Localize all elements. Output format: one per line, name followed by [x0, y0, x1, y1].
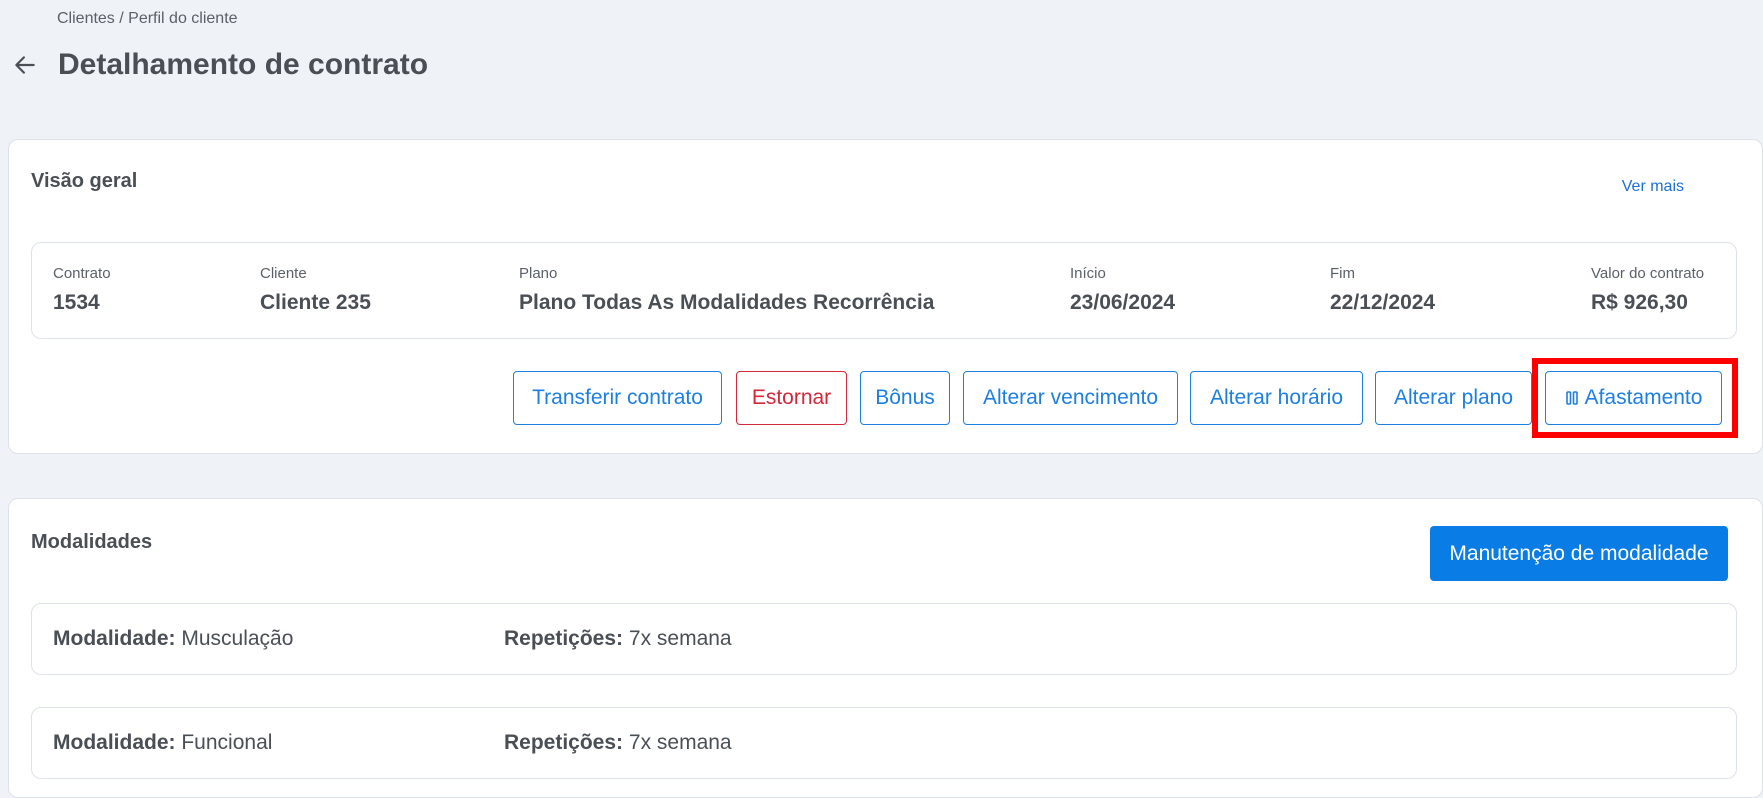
- field-plano: Plano Plano Todas As Modalidades Recorrê…: [519, 265, 934, 315]
- repeticoes-value: 7x semana: [628, 731, 732, 754]
- modalidade-label: Modalidade:: [53, 731, 176, 754]
- page-title: Detalhamento de contrato: [58, 48, 429, 81]
- field-contrato: Contrato 1534: [53, 265, 111, 315]
- field-fim: Fim 22/12/2024: [1330, 265, 1435, 315]
- repeticoes-label: Repetições:: [504, 627, 624, 650]
- field-inicio: Início 23/06/2024: [1070, 265, 1175, 315]
- field-label: Plano: [519, 265, 558, 282]
- modalidade-field: Modalidade: Funcional: [53, 731, 272, 755]
- field-value: 22/12/2024: [1330, 291, 1436, 314]
- breadcrumb: Clientes / Perfil do cliente: [57, 10, 238, 27]
- transferir-contrato-button[interactable]: Transferir contrato: [513, 371, 722, 425]
- pause-icon: [1565, 391, 1578, 405]
- repeticoes-label: Repetições:: [504, 731, 624, 754]
- modalities-title: Modalidades: [31, 531, 153, 553]
- modalidade-field: Modalidade: Musculação: [53, 627, 293, 651]
- field-value: 23/06/2024: [1070, 291, 1176, 314]
- field-valor: Valor do contrato R$ 926,30: [1591, 265, 1704, 315]
- field-value: R$ 926,30: [1591, 291, 1688, 314]
- repeticoes-value: 7x semana: [628, 627, 732, 650]
- arrow-left-icon[interactable]: [12, 52, 38, 78]
- contract-summary: Contrato 1534 Cliente Cliente 235 Plano …: [31, 242, 1737, 339]
- afastamento-button[interactable]: Afastamento: [1545, 371, 1722, 425]
- field-label: Fim: [1330, 265, 1355, 282]
- modalidade-label: Modalidade:: [53, 627, 176, 650]
- alterar-horario-button[interactable]: Alterar horário: [1190, 371, 1363, 425]
- bonus-button[interactable]: Bônus: [860, 371, 950, 425]
- alterar-plano-button[interactable]: Alterar plano: [1375, 371, 1532, 425]
- modalidade-value: Musculação: [181, 627, 294, 650]
- estornar-button[interactable]: Estornar: [736, 371, 847, 425]
- field-label: Início: [1070, 265, 1106, 282]
- field-label: Cliente: [260, 265, 307, 282]
- list-item: Modalidade: Funcional Repetições: 7x sem…: [31, 707, 1737, 779]
- field-value: Cliente 235: [260, 291, 371, 314]
- alterar-vencimento-button[interactable]: Alterar vencimento: [963, 371, 1178, 425]
- field-value: 1534: [53, 291, 100, 314]
- field-label: Contrato: [53, 265, 111, 282]
- repeticoes-field: Repetições: 7x semana: [504, 731, 732, 755]
- overview-card: Visão geral Ver mais Contrato 1534 Clien…: [8, 139, 1763, 454]
- modalidade-value: Funcional: [181, 731, 273, 754]
- field-label: Valor do contrato: [1591, 265, 1705, 282]
- manutencao-modalidade-button[interactable]: Manutenção de modalidade: [1430, 526, 1728, 581]
- list-item: Modalidade: Musculação Repetições: 7x se…: [31, 603, 1737, 675]
- afastamento-label: Afastamento: [1584, 386, 1703, 409]
- field-cliente: Cliente Cliente 235: [260, 265, 371, 315]
- field-value: Plano Todas As Modalidades Recorrência: [519, 291, 935, 314]
- repeticoes-field: Repetições: 7x semana: [504, 627, 732, 651]
- contract-actions: Transferir contrato Estornar Bônus Alter…: [9, 371, 1762, 427]
- overview-title: Visão geral: [31, 170, 138, 192]
- modalities-card: Modalidades Manutenção de modalidade Mod…: [8, 498, 1763, 798]
- page-header: Detalhamento de contrato: [12, 48, 428, 82]
- ver-mais-link[interactable]: Ver mais: [1622, 178, 1684, 196]
